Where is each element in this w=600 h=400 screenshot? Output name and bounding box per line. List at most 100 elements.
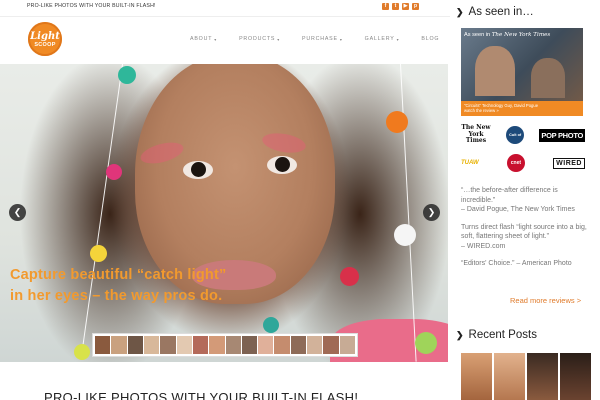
slider-next-arrow-icon[interactable]: ❯ — [423, 204, 440, 221]
video-info-bar: "Circuits" Technology Guy, David Pogue w… — [461, 101, 583, 116]
facebook-icon[interactable]: f — [382, 3, 389, 10]
logo-word-scoop: SCOOP — [34, 42, 56, 48]
slider-thumbnail[interactable] — [143, 336, 160, 354]
nav-blog[interactable]: BLOG — [421, 36, 439, 42]
video-caption: As seen in The New York Times — [464, 32, 550, 38]
bead — [74, 344, 90, 360]
recent-post-thumbnail[interactable] — [494, 353, 525, 400]
hero-slider: Capture beautiful “catch light” in her e… — [0, 64, 448, 362]
nav-products[interactable]: PRODUCTS ▾ — [239, 36, 280, 42]
chevron-right-icon: ❯ — [456, 329, 464, 340]
slider-thumbnail[interactable] — [339, 336, 355, 354]
pinterest-icon[interactable]: p — [412, 3, 419, 10]
recent-posts-heading: ❯ Recent Posts — [456, 329, 537, 341]
site-tagline: PRO-LIKE PHOTOS WITH YOUR BUILT-IN FLASH… — [27, 3, 156, 9]
slider-prev-arrow-icon[interactable]: ❮ — [9, 204, 26, 221]
social-icons: f t ▶ p — [382, 3, 419, 10]
press-quote: “Editors' Choice.” – American Photo — [461, 259, 588, 269]
page-subheading: PRO-LIKE PHOTOS WITH YOUR BUILT-IN FLASH… — [44, 390, 359, 400]
hero-photo-eye-left — [183, 161, 213, 179]
bead — [386, 111, 408, 133]
nav-gallery-label: GALLERY — [364, 36, 395, 42]
nav-gallery[interactable]: GALLERY ▾ — [365, 36, 400, 42]
chevron-right-icon: ❯ — [456, 6, 464, 17]
press-quotes: “…the before-after difference is incredi… — [461, 186, 588, 277]
recent-posts-title: Recent Posts — [468, 329, 537, 341]
bead — [90, 245, 107, 262]
slider-thumbnail[interactable] — [258, 336, 274, 354]
bead — [394, 224, 416, 246]
slider-thumbnail[interactable] — [307, 336, 323, 354]
nav-purchase-label: PURCHASE — [302, 36, 338, 42]
main-nav: ABOUT ▾ PRODUCTS ▾ PURCHASE ▾ GALLERY ▾ … — [190, 36, 461, 42]
slider-thumbnail[interactable] — [323, 336, 339, 354]
chevron-down-icon: ▾ — [396, 36, 400, 42]
logo-word-light: Light — [30, 31, 60, 42]
wired-logo: WIRED — [553, 157, 585, 169]
cult-of-mac-logo: Cult of Mac — [506, 126, 525, 155]
as-seen-in-heading: ❯ As seen in… — [456, 6, 534, 18]
slider-thumbnail[interactable] — [241, 336, 258, 354]
quote-source: – WIRED.com — [461, 242, 506, 250]
press-logos: The New York Times Cult of Mac POP PHOTO… — [461, 125, 585, 181]
bead — [340, 267, 359, 286]
slider-thumbnail[interactable] — [192, 336, 209, 354]
slider-thumbnail[interactable] — [160, 336, 176, 354]
lightscoop-logo[interactable]: Light SCOOP — [28, 22, 62, 56]
hero-caption-line2: in her eyes – the way pros do. — [10, 288, 223, 304]
hero-photo-eye-right — [267, 156, 297, 174]
bead-string — [400, 64, 417, 362]
recent-posts-thumbnails — [461, 353, 591, 400]
slider-thumbnail[interactable] — [176, 336, 192, 354]
top-bar: PRO-LIKE PHOTOS WITH YOUR BUILT-IN FLASH… — [0, 0, 450, 16]
site-header: Light SCOOP ABOUT ▾ PRODUCTS ▾ PURCHASE … — [0, 16, 450, 64]
chevron-down-icon: ▾ — [214, 36, 218, 42]
nav-about[interactable]: ABOUT ▾ — [190, 36, 217, 42]
press-quote: “…the before-after difference is incredi… — [461, 186, 588, 215]
quote-text: Turns direct flash “light source into a … — [461, 223, 587, 241]
nav-purchase[interactable]: PURCHASE ▾ — [302, 36, 343, 42]
bead-string — [80, 64, 123, 360]
cnet-logo: cnet — [506, 154, 525, 172]
nyt-logo: The New York Times — [461, 124, 491, 145]
slider-thumbnails — [92, 333, 358, 357]
read-more-reviews-link[interactable]: Read more reviews > — [510, 296, 581, 305]
tuaw-logo: TUAW — [461, 160, 479, 166]
nav-products-label: PRODUCTS — [239, 36, 276, 42]
press-logos-row: The New York Times Cult of Mac POP PHOTO — [461, 124, 585, 155]
video-presenter — [475, 46, 515, 96]
slider-thumbnail[interactable] — [209, 336, 225, 354]
slider-thumbnail[interactable] — [127, 336, 143, 354]
quote-text: “…the before-after difference is incredi… — [461, 187, 558, 204]
recent-post-thumbnail[interactable] — [560, 353, 591, 400]
review-video-thumbnail[interactable]: As seen in The New York Times "Circuits"… — [461, 28, 583, 116]
nav-blog-label: BLOG — [421, 36, 440, 42]
hero-caption: Capture beautiful “catch light” in her e… — [10, 265, 226, 307]
bead — [263, 317, 279, 333]
watch-review-link[interactable]: watch the review » — [464, 108, 580, 113]
sidebar: ❯ As seen in… As seen in The New York Ti… — [456, 0, 600, 400]
quote-source: – David Pogue, The New York Times — [461, 206, 575, 213]
bead — [415, 332, 437, 354]
bead — [118, 66, 136, 84]
slider-thumbnail[interactable] — [225, 336, 241, 354]
youtube-icon[interactable]: ▶ — [402, 3, 409, 10]
slider-thumbnail[interactable] — [111, 336, 127, 354]
twitter-icon[interactable]: t — [392, 3, 399, 10]
video-guest — [531, 58, 565, 98]
video-caption-source: The New York Times — [491, 32, 551, 38]
recent-post-thumbnail[interactable] — [527, 353, 558, 400]
pop-photo-logo: POP PHOTO — [539, 128, 585, 142]
as-seen-in-title: As seen in… — [468, 6, 534, 18]
slider-thumbnail[interactable] — [290, 336, 307, 354]
press-quote: Turns direct flash “light source into a … — [461, 223, 588, 252]
video-caption-prefix: As seen in — [464, 32, 491, 38]
nav-about-label: ABOUT — [190, 36, 213, 42]
chevron-down-icon: ▾ — [277, 36, 280, 42]
chevron-down-icon: ▾ — [339, 36, 343, 42]
recent-post-thumbnail[interactable] — [461, 353, 492, 400]
slider-thumbnail[interactable] — [95, 336, 111, 354]
hero-caption-line1: Capture beautiful “catch light” — [10, 267, 227, 283]
slider-thumbnail[interactable] — [274, 336, 290, 354]
quote-text: “Editors' Choice.” – American Photo — [461, 260, 572, 267]
